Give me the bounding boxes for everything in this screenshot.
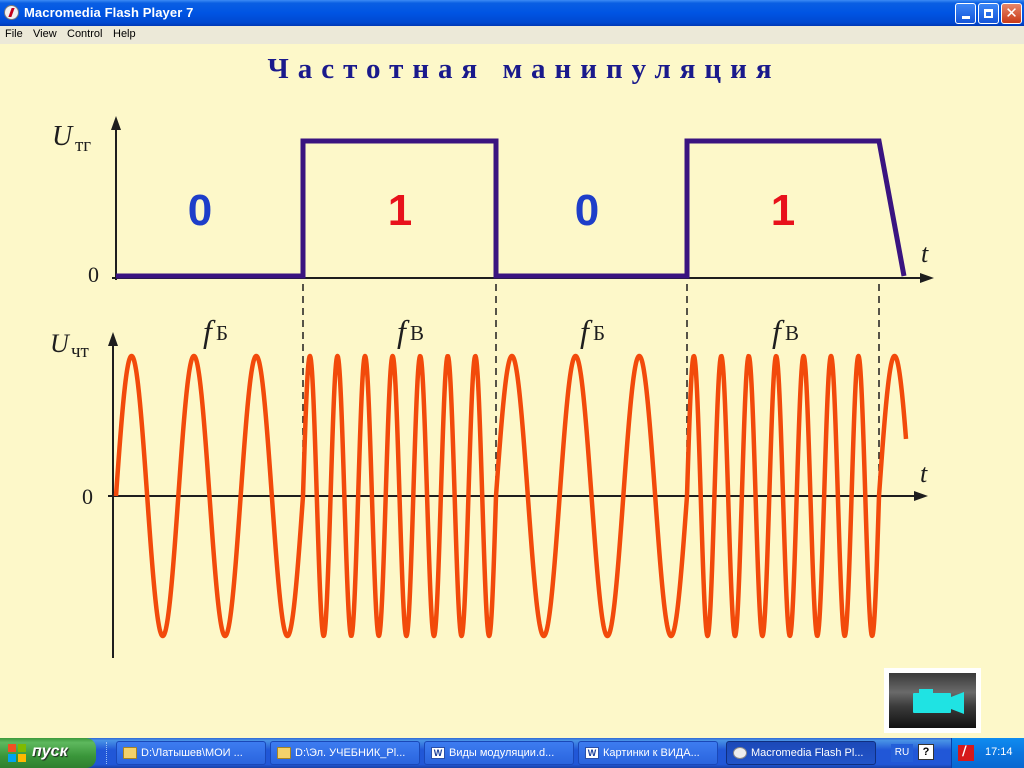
taskbar-task-word-2[interactable]: W Картинки к ВИДА...: [578, 741, 718, 765]
freq-label-sub: В: [410, 321, 424, 345]
freq-label-f: f: [203, 313, 216, 349]
flash-icon: [733, 747, 747, 759]
top-graph: U тг 0 t 0 1 0 1: [52, 116, 934, 287]
task-label: D:\Эл. УЧЕБНИК_Pl...: [295, 747, 406, 759]
bottom-x-arrow-icon: [914, 491, 928, 501]
window-title: Macromedia Flash Player 7: [24, 5, 194, 20]
play-video-button-face: [889, 673, 976, 728]
freq-label-sub: Б: [216, 321, 228, 345]
bit-label: 1: [771, 186, 795, 235]
taskbar-task-folder-1[interactable]: D:\Латышев\МОИ ...: [116, 741, 266, 765]
start-button[interactable]: пуск: [0, 738, 96, 768]
language-indicator[interactable]: RU: [891, 744, 913, 762]
close-icon: ✕: [1005, 4, 1018, 22]
windows-logo-icon: [8, 744, 26, 762]
menu-help[interactable]: Help: [113, 28, 136, 40]
freq-label-sub: Б: [593, 321, 605, 345]
bit-label: 0: [575, 186, 599, 235]
window-title-bar[interactable]: Macromedia Flash Player 7 ✕: [0, 0, 1024, 26]
bottom-y-label-subscript: чт: [71, 341, 90, 362]
top-y-label-subscript: тг: [75, 135, 91, 156]
close-button[interactable]: ✕: [1001, 3, 1022, 24]
clock: 17:14: [985, 746, 1013, 758]
bottom-y-arrow-icon: [108, 332, 118, 346]
bit-label: 0: [188, 186, 212, 235]
word-doc-icon: W: [431, 747, 445, 759]
top-zero-label: 0: [88, 262, 99, 287]
freq-label-f: f: [580, 313, 593, 349]
folder-icon: [277, 747, 291, 759]
bit-label: 1: [388, 186, 412, 235]
menu-view[interactable]: View: [33, 28, 57, 40]
freq-label-sub: В: [785, 321, 799, 345]
help-icon[interactable]: ?: [918, 744, 934, 760]
flash-player-app-icon[interactable]: [4, 5, 19, 20]
bottom-y-label-symbol: U: [50, 329, 71, 358]
taskbar-separator: [106, 742, 111, 764]
menu-bar: File View Control Help: [0, 26, 1024, 44]
bottom-zero-label: 0: [82, 484, 93, 509]
top-x-label: t: [921, 239, 929, 268]
freq-label-f: f: [772, 313, 785, 349]
minimize-button[interactable]: [955, 3, 976, 24]
minimize-icon: [961, 16, 970, 19]
top-y-label-symbol: U: [52, 121, 74, 152]
menu-file[interactable]: File: [5, 28, 23, 40]
slide-heading: Частотная манипуляция: [267, 53, 780, 85]
task-label: Картинки к ВИДА...: [603, 747, 700, 759]
task-label: Macromedia Flash Pl...: [751, 747, 864, 759]
top-x-arrow-icon: [920, 273, 934, 283]
antivirus-tray-icon[interactable]: [958, 744, 974, 761]
freq-label-f: f: [397, 313, 410, 349]
maximize-button[interactable]: [978, 3, 999, 24]
bottom-graph: U чт 0 t: [50, 329, 928, 658]
folder-icon: [123, 747, 137, 759]
taskbar-task-folder-2[interactable]: D:\Эл. УЧЕБНИК_Pl...: [270, 741, 420, 765]
frequency-labels: f Б f В f Б f В: [203, 313, 799, 349]
start-label: пуск: [32, 743, 68, 760]
maximize-icon: [984, 9, 993, 18]
camera-icon: [913, 689, 964, 714]
bottom-x-label: t: [920, 459, 928, 488]
taskbar-task-flash[interactable]: Macromedia Flash Pl...: [726, 741, 876, 765]
taskbar: пуск D:\Латышев\МОИ ... D:\Эл. УЧЕБНИК_P…: [0, 738, 1024, 768]
play-video-button[interactable]: [884, 668, 981, 733]
menu-control[interactable]: Control: [67, 28, 102, 40]
top-y-arrow-icon: [111, 116, 121, 130]
taskbar-task-word-1[interactable]: W Виды модуляции.d...: [424, 741, 574, 765]
task-label: Виды модуляции.d...: [449, 747, 555, 759]
word-doc-icon: W: [585, 747, 599, 759]
fsk-diagram: Частотная манипуляция U тг 0 t 0 1 0 1 f…: [50, 53, 934, 658]
flash-stage[interactable]: Частотная манипуляция U тг 0 t 0 1 0 1 f…: [0, 44, 1024, 734]
task-label: D:\Латышев\МОИ ...: [141, 747, 243, 759]
